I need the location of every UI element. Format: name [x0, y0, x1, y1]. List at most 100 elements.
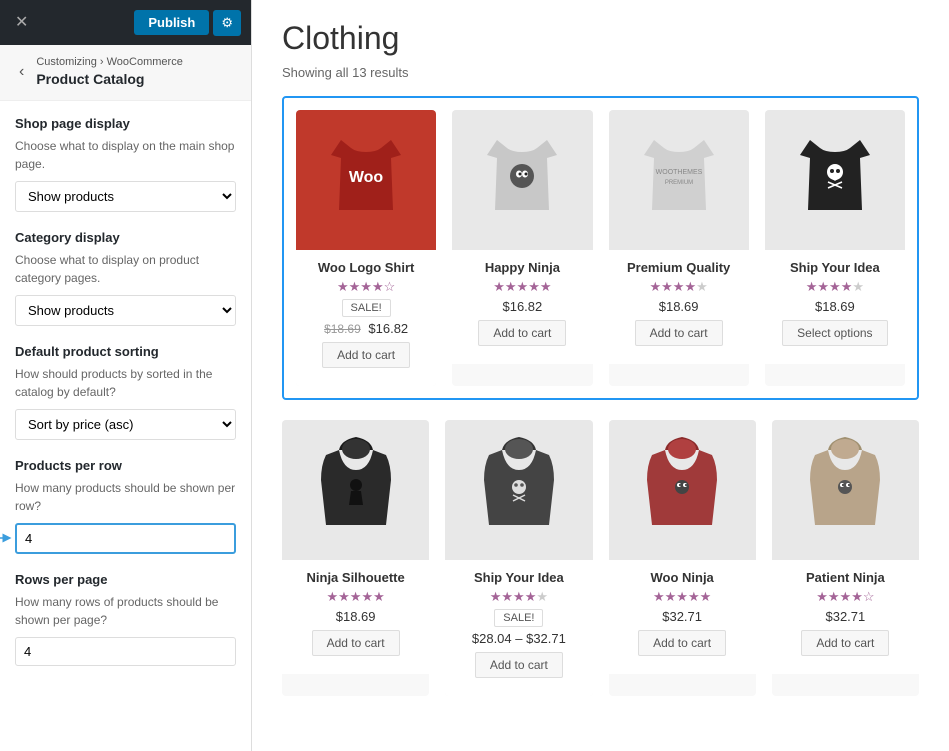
product-stars: ★★★★★ [617, 279, 741, 295]
product-name: Ship Your Idea [453, 570, 584, 585]
product-image-happy-ninja [452, 110, 592, 250]
product-stars: ★★★★★ [290, 589, 421, 605]
default-sorting-select[interactable]: Default sorting Sort by popularity Sort … [15, 409, 236, 440]
sale-badge: SALE! [494, 609, 543, 627]
product-info-patient-ninja: Patient Ninja ★★★★☆ $32.71 Add to cart [772, 560, 919, 674]
sidebar-content: Shop page display Choose what to display… [0, 101, 251, 751]
product-stars: ★★★★★ [460, 279, 584, 295]
showing-results: Showing all 13 results [282, 65, 919, 80]
products-grid-row2-wrapper: Ninja Silhouette ★★★★★ $18.69 Add to car… [282, 420, 919, 696]
default-sorting-desc: How should products by sorted in the cat… [15, 365, 236, 401]
breadcrumb: ‹ Customizing › WooCommerce Product Cata… [0, 45, 251, 101]
product-info-ship-your-idea-shirt: Ship Your Idea ★★★★★ $18.69 Select optio… [765, 250, 905, 364]
breadcrumb-current: Product Catalog [36, 70, 183, 90]
product-image-woo-ninja [609, 420, 756, 560]
svg-text:PREMIUM: PREMIUM [664, 180, 692, 186]
products-grid-row1: Woo Woo Logo Shirt ★★★★☆ SALE! $18.69 $1… [296, 110, 905, 386]
main-content: Clothing Showing all 13 results Woo Woo … [252, 0, 949, 751]
shop-page-display-select[interactable]: Show products Show categories Show both [15, 181, 236, 212]
product-image-ship-your-idea-hoodie [445, 420, 592, 560]
products-per-row-desc: How many products should be shown per ro… [15, 479, 236, 515]
page-title: Clothing [282, 20, 919, 57]
product-price: $28.04 – $32.71 [453, 631, 584, 646]
product-stars: ★★★★★ [453, 589, 584, 605]
product-image-patient-ninja [772, 420, 919, 560]
product-name: Premium Quality [617, 260, 741, 275]
product-card-ninja-silhouette: Ninja Silhouette ★★★★★ $18.69 Add to car… [282, 420, 429, 696]
products-per-row-wrap [15, 523, 236, 554]
product-name: Ship Your Idea [773, 260, 897, 275]
add-to-cart-button[interactable]: Add to cart [801, 630, 889, 656]
default-sorting-section: Default product sorting How should produ… [15, 344, 236, 440]
category-display-section: Category display Choose what to display … [15, 230, 236, 326]
rows-per-page-section: Rows per page How many rows of products … [15, 572, 236, 666]
products-grid-highlighted: Woo Woo Logo Shirt ★★★★☆ SALE! $18.69 $1… [282, 96, 919, 400]
arrow-indicator [0, 531, 13, 545]
product-card-woo-ninja: Woo Ninja ★★★★★ $32.71 Add to cart [609, 420, 756, 696]
settings-button[interactable]: ⚙ [213, 10, 241, 36]
category-display-select[interactable]: Show products Show categories Show both [15, 295, 236, 326]
products-per-row-title: Products per row [15, 458, 236, 473]
shop-page-display-section: Shop page display Choose what to display… [15, 116, 236, 212]
product-price: $32.71 [617, 609, 748, 624]
product-image-woo-logo-shirt: Woo [296, 110, 436, 250]
rows-per-page-title: Rows per page [15, 572, 236, 587]
add-to-cart-button[interactable]: Add to cart [478, 320, 566, 346]
product-name: Happy Ninja [460, 260, 584, 275]
product-name: Woo Logo Shirt [304, 260, 428, 275]
product-card-patient-ninja: Patient Ninja ★★★★☆ $32.71 Add to cart [772, 420, 919, 696]
close-button[interactable]: ✕ [10, 10, 33, 36]
product-info-premium-quality: Premium Quality ★★★★★ $18.69 Add to cart [609, 250, 749, 364]
products-per-row-section: Products per row How many products shoul… [15, 458, 236, 554]
product-price: $32.71 [780, 609, 911, 624]
breadcrumb-path: Customizing › WooCommerce [36, 56, 183, 68]
product-stars: ★★★★★ [773, 279, 897, 295]
publish-button[interactable]: Publish [134, 10, 209, 35]
publish-area: Publish ⚙ [134, 10, 241, 36]
publish-label: Publish [148, 15, 195, 30]
product-image-premium-quality: WOOTHEMES PREMIUM [609, 110, 749, 250]
products-per-row-input[interactable] [15, 523, 236, 554]
default-sorting-title: Default product sorting [15, 344, 236, 359]
add-to-cart-button[interactable]: Add to cart [322, 342, 410, 368]
product-image-ninja-silhouette [282, 420, 429, 560]
product-name: Woo Ninja [617, 570, 748, 585]
rows-per-page-input[interactable] [15, 637, 236, 666]
product-name: Patient Ninja [780, 570, 911, 585]
select-options-button[interactable]: Select options [782, 320, 887, 346]
product-stars: ★★★★★ [617, 589, 748, 605]
category-display-desc: Choose what to display on product catego… [15, 251, 236, 287]
product-card-happy-ninja: Happy Ninja ★★★★★ $16.82 Add to cart [452, 110, 592, 386]
product-info-ship-your-idea-hoodie: Ship Your Idea ★★★★★ SALE! $28.04 – $32.… [445, 560, 592, 696]
products-grid-row2: Ninja Silhouette ★★★★★ $18.69 Add to car… [282, 420, 919, 696]
breadcrumb-back-button[interactable]: ‹ [15, 61, 28, 83]
add-to-cart-button[interactable]: Add to cart [638, 630, 726, 656]
breadcrumb-text: Customizing › WooCommerce Product Catalo… [36, 55, 183, 90]
sidebar: ✕ Publish ⚙ ‹ Customizing › WooCommerce … [0, 0, 252, 751]
svg-text:WOOTHEMES: WOOTHEMES [655, 169, 702, 176]
add-to-cart-button[interactable]: Add to cart [475, 652, 563, 678]
product-card-ship-your-idea-hoodie: Ship Your Idea ★★★★★ SALE! $28.04 – $32.… [445, 420, 592, 696]
add-to-cart-button[interactable]: Add to cart [635, 320, 723, 346]
product-name: Ninja Silhouette [290, 570, 421, 585]
rows-per-page-desc: How many rows of products should be show… [15, 593, 236, 629]
product-info-ninja-silhouette: Ninja Silhouette ★★★★★ $18.69 Add to car… [282, 560, 429, 674]
product-info-happy-ninja: Happy Ninja ★★★★★ $16.82 Add to cart [452, 250, 592, 364]
category-display-title: Category display [15, 230, 236, 245]
add-to-cart-button[interactable]: Add to cart [312, 630, 400, 656]
product-price: $18.69 $16.82 [304, 321, 428, 336]
shop-page-display-title: Shop page display [15, 116, 236, 131]
product-info-woo-ninja: Woo Ninja ★★★★★ $32.71 Add to cart [609, 560, 756, 674]
product-price: $16.82 [460, 299, 584, 314]
product-price: $18.69 [290, 609, 421, 624]
product-image-ship-your-idea [765, 110, 905, 250]
svg-text:Woo: Woo [349, 169, 384, 186]
product-price: $18.69 [773, 299, 897, 314]
product-card-ship-your-idea-shirt: Ship Your Idea ★★★★★ $18.69 Select optio… [765, 110, 905, 386]
product-price: $18.69 [617, 299, 741, 314]
product-stars: ★★★★☆ [304, 279, 428, 295]
sidebar-header: ✕ Publish ⚙ [0, 0, 251, 45]
shop-page-display-desc: Choose what to display on the main shop … [15, 137, 236, 173]
sale-badge: SALE! [342, 299, 391, 317]
product-card-premium-quality: WOOTHEMES PREMIUM Premium Quality ★★★★★ … [609, 110, 749, 386]
